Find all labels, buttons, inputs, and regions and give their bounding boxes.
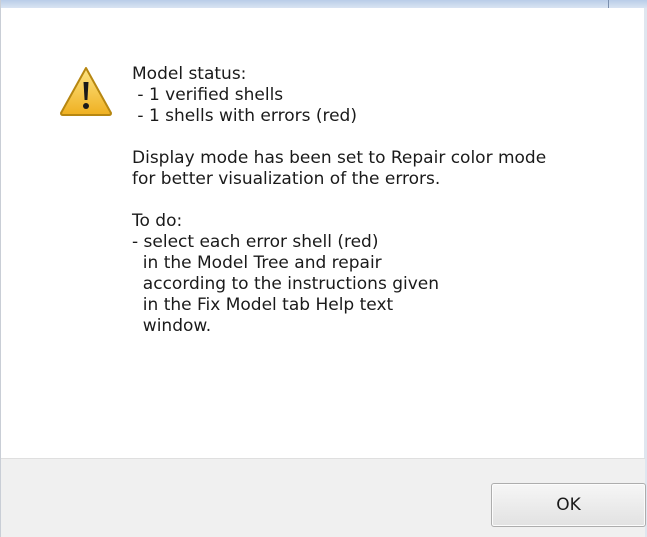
title-bar-divider xyxy=(608,0,609,8)
message-line: Display mode has been set to Repair colo… xyxy=(132,148,547,168)
message-line: To do: xyxy=(132,211,183,231)
warning-icon xyxy=(60,67,112,116)
ok-button[interactable]: OK xyxy=(491,483,646,527)
title-bar-strip xyxy=(1,0,647,8)
message-dialog: Model status: - 1 verified shells - 1 sh… xyxy=(0,0,647,537)
message-line: window. xyxy=(132,316,212,336)
message-line: in the Fix Model tab Help text xyxy=(132,295,394,315)
message-line: - select each error shell (red) xyxy=(132,232,379,252)
message-line: Model status: xyxy=(132,64,247,84)
message-line: according to the instructions given xyxy=(132,274,440,294)
message-line: for better visualization of the errors. xyxy=(132,169,441,189)
message-line: in the Model Tree and repair xyxy=(132,253,382,273)
message-line: - 1 shells with errors (red) xyxy=(132,106,357,126)
message-line: - 1 verified shells xyxy=(132,85,284,105)
status-message: Model status: - 1 verified shells - 1 sh… xyxy=(132,64,622,337)
